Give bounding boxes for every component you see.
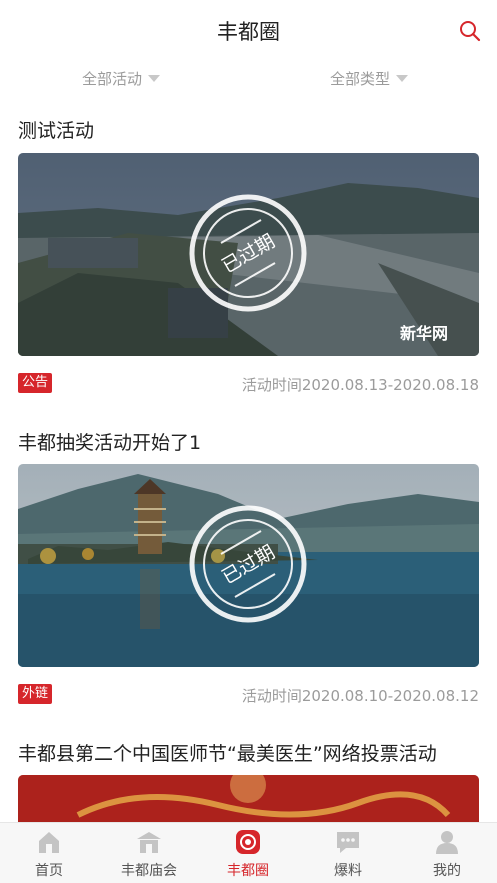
activity-title[interactable]: 测试活动 [18, 116, 94, 143]
tab-home[interactable]: 首页 [9, 823, 89, 883]
tab-temple-fair[interactable]: 丰都庙会 [109, 823, 189, 883]
expired-stamp-text: 已过期 [218, 230, 278, 278]
bottom-tab-bar: 首页 丰都庙会 丰都圈 爆料 我的 [0, 822, 497, 883]
chevron-down-icon [148, 75, 161, 82]
tab-home-label: 首页 [35, 863, 63, 879]
tab-temple-fair-label: 丰都庙会 [121, 863, 177, 879]
search-icon[interactable] [459, 20, 481, 42]
activity-filter[interactable]: 全部活动 [82, 68, 161, 89]
header: 丰都圈 [0, 0, 497, 60]
activity-filter-label: 全部活动 [82, 70, 143, 88]
tab-tips[interactable]: 爆料 [308, 823, 388, 883]
tab-fengdu-circle-label: 丰都圈 [227, 863, 269, 879]
expired-stamp: 已过期 [189, 194, 307, 312]
category-tag: 公告 [18, 373, 53, 393]
activity-image[interactable]: 新华网 已过期 [18, 153, 479, 356]
type-filter-label: 全部类型 [330, 70, 391, 88]
activity-title[interactable]: 丰都县第二个中国医师节“最美医生”网络投票活动 [18, 739, 437, 766]
category-tag: 外链 [18, 684, 53, 704]
expired-stamp: 已过期 [189, 505, 307, 623]
activity-time: 活动时间2020.08.13-2020.08.18 [241, 376, 479, 394]
circle-icon [236, 830, 260, 854]
expired-stamp-text: 已过期 [218, 541, 278, 589]
tab-fengdu-circle[interactable]: 丰都圈 [208, 823, 288, 883]
temple-icon [137, 832, 161, 853]
type-filter[interactable]: 全部类型 [330, 68, 409, 89]
chat-icon [337, 832, 359, 853]
filter-bar: 全部活动 全部类型 [0, 62, 497, 96]
home-icon [39, 832, 59, 853]
tab-mine[interactable]: 我的 [407, 823, 487, 883]
activity-title[interactable]: 丰都抽奖活动开始了1 [18, 428, 201, 455]
chevron-down-icon [396, 75, 409, 82]
activity-time: 活动时间2020.08.10-2020.08.12 [241, 687, 479, 705]
user-icon [436, 831, 458, 854]
page-title: 丰都圈 [217, 20, 280, 44]
tab-mine-label: 我的 [433, 863, 461, 879]
tab-tips-label: 爆料 [334, 863, 362, 879]
watermark-text: 新华网 [400, 324, 448, 343]
activity-image[interactable]: 已过期 [18, 464, 479, 667]
